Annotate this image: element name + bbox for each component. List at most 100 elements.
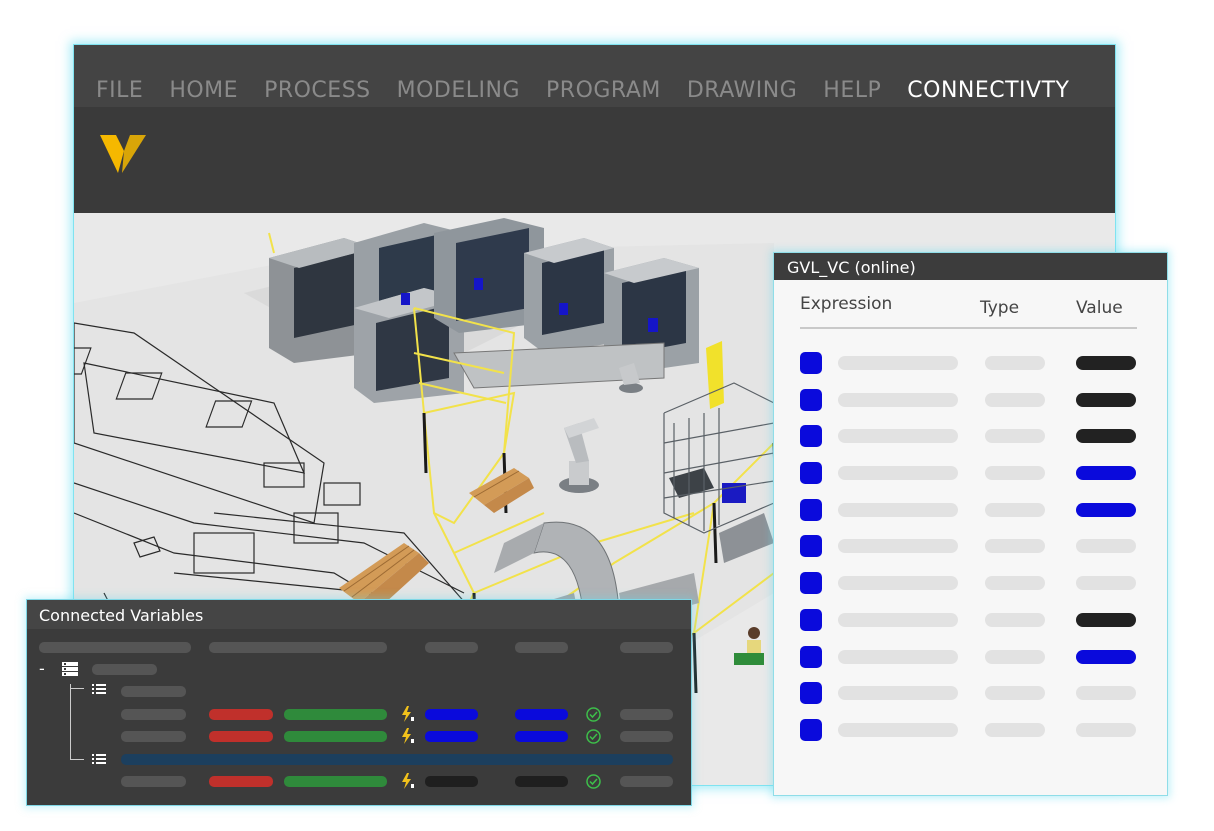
- expression-placeholder: [838, 722, 958, 737]
- collapse-toggle[interactable]: -: [39, 659, 45, 678]
- root-node-label[interactable]: [92, 664, 157, 675]
- column-expression[interactable]: Expression: [800, 294, 892, 314]
- variable-name[interactable]: [121, 731, 186, 742]
- variable-checkbox[interactable]: [800, 608, 822, 631]
- type-placeholder: [985, 539, 1045, 554]
- value-indicator: [1076, 576, 1136, 591]
- column-value[interactable]: Value: [1076, 298, 1123, 318]
- value-blue: [515, 709, 568, 720]
- variable-checkbox[interactable]: [800, 535, 822, 558]
- bolt-icon: [402, 773, 414, 789]
- type-placeholder: [985, 392, 1045, 407]
- type-placeholder: [985, 722, 1045, 737]
- connected-variables-panel: Connected Variables -: [26, 599, 692, 806]
- variable-checkbox[interactable]: [800, 462, 822, 485]
- value-indicator: [1076, 466, 1136, 481]
- expression-placeholder: [838, 612, 958, 627]
- variable-checkbox[interactable]: [800, 572, 822, 595]
- variable-checkbox[interactable]: [800, 425, 822, 448]
- column-type[interactable]: Type: [980, 298, 1019, 318]
- expression-placeholder: [838, 392, 958, 407]
- bolt-icon: [402, 706, 414, 722]
- plc-variable-red[interactable]: [209, 731, 273, 742]
- value-indicator: [1076, 612, 1136, 627]
- type-placeholder: [985, 502, 1045, 517]
- check-circle-icon: [586, 774, 601, 789]
- variable-checkbox[interactable]: [800, 682, 822, 705]
- gvl-panel-title: GVL_VC (online): [774, 253, 1167, 280]
- variable-name[interactable]: [121, 776, 186, 787]
- plc-variable-green[interactable]: [284, 776, 387, 787]
- type-placeholder: [985, 356, 1045, 370]
- plc-variable-red[interactable]: [209, 709, 273, 720]
- column-header-placeholder: [39, 642, 191, 653]
- tree-line: [70, 684, 71, 759]
- column-header-placeholder: [425, 642, 478, 653]
- status-placeholder: [620, 731, 673, 742]
- ribbon: [74, 107, 1115, 213]
- column-header-placeholder: [620, 642, 673, 653]
- expression-placeholder: [838, 649, 958, 664]
- type-placeholder: [985, 466, 1045, 481]
- menu-connectivity[interactable]: CONNECTIVTY: [907, 78, 1069, 107]
- type-placeholder: [985, 686, 1045, 701]
- check-circle-icon: [586, 707, 601, 722]
- status-placeholder: [620, 776, 673, 787]
- type-placeholder: [985, 649, 1045, 664]
- plc-variable-green[interactable]: [284, 731, 387, 742]
- variable-checkbox[interactable]: [800, 352, 822, 374]
- value-indicator: [1076, 502, 1136, 517]
- gvl-column-header: Expression Type Value: [800, 294, 1137, 329]
- group-label[interactable]: [121, 686, 186, 697]
- expression-placeholder: [838, 429, 958, 444]
- status-placeholder: [620, 709, 673, 720]
- plc-variable-red[interactable]: [209, 776, 273, 787]
- value-indicator: [1076, 649, 1136, 664]
- plc-variable-green[interactable]: [284, 709, 387, 720]
- menu-help[interactable]: HELP: [823, 78, 881, 107]
- value-indicator: [1076, 392, 1136, 407]
- value-blue: [425, 709, 478, 720]
- variable-checkbox[interactable]: [800, 718, 822, 741]
- menu-bar: FILE HOME PROCESS MODELING PROGRAM DRAWI…: [74, 45, 1115, 107]
- expression-placeholder: [838, 356, 958, 370]
- value-indicator: [1076, 722, 1136, 737]
- menu-drawing[interactable]: DRAWING: [687, 78, 797, 107]
- value-indicator: [1076, 539, 1136, 554]
- value-dark: [515, 776, 568, 787]
- tree-line: [70, 759, 84, 760]
- menu-program[interactable]: PROGRAM: [546, 78, 661, 107]
- menu-file[interactable]: FILE: [96, 78, 143, 107]
- list-icon: [92, 684, 106, 694]
- variable-checkbox[interactable]: [800, 498, 822, 521]
- expression-placeholder: [838, 539, 958, 554]
- v-logo-icon: [100, 135, 146, 173]
- server-icon: [62, 662, 78, 676]
- value-dark: [425, 776, 478, 787]
- type-placeholder: [985, 429, 1045, 444]
- check-circle-icon: [586, 729, 601, 744]
- connected-variables-title: Connected Variables: [27, 600, 691, 629]
- value-indicator: [1076, 356, 1136, 370]
- type-placeholder: [985, 612, 1045, 627]
- expression-placeholder: [838, 502, 958, 517]
- variable-name[interactable]: [121, 709, 186, 720]
- expression-placeholder: [838, 466, 958, 481]
- column-header-placeholder: [515, 642, 568, 653]
- variable-checkbox[interactable]: [800, 388, 822, 411]
- value-blue: [425, 731, 478, 742]
- variable-checkbox[interactable]: [800, 645, 822, 668]
- type-placeholder: [985, 576, 1045, 591]
- menu-modeling[interactable]: MODELING: [397, 78, 520, 107]
- tree-line: [70, 688, 84, 689]
- gvl-watch-panel: GVL_VC (online) Expression Type Value: [773, 252, 1168, 796]
- selected-group-row[interactable]: [121, 754, 673, 765]
- list-icon: [92, 754, 106, 764]
- value-indicator: [1076, 686, 1136, 701]
- value-indicator: [1076, 429, 1136, 444]
- value-blue: [515, 731, 568, 742]
- menu-home[interactable]: HOME: [169, 78, 238, 107]
- column-header-placeholder: [209, 642, 387, 653]
- menu-process[interactable]: PROCESS: [264, 78, 371, 107]
- bolt-icon: [402, 728, 414, 744]
